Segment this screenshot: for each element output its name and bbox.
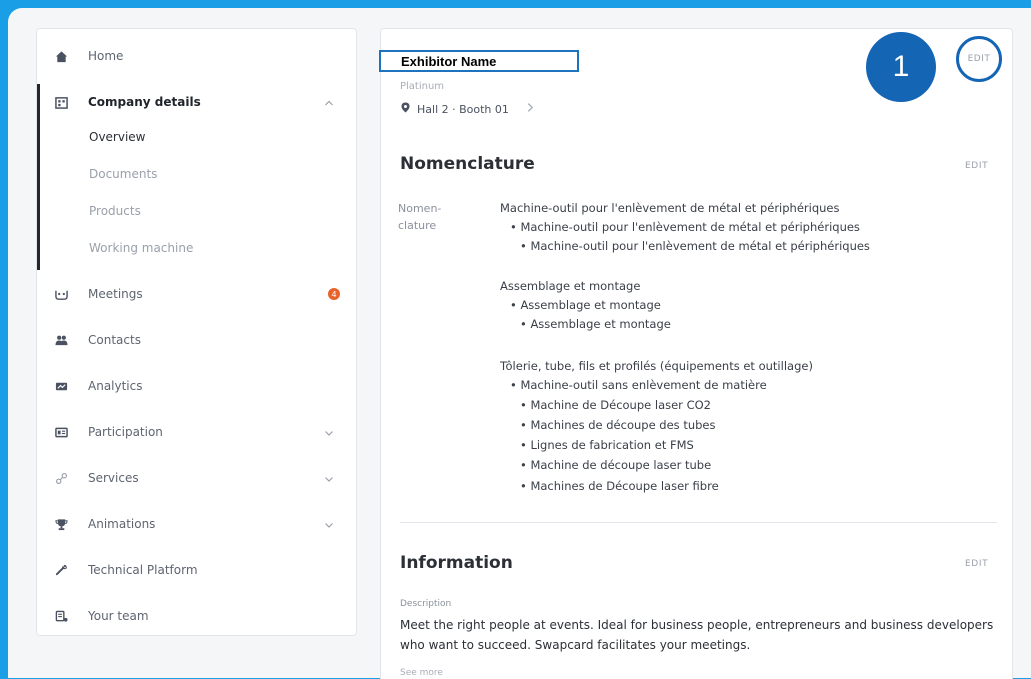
nomenclature-line: • Machine-outil sans enlèvement de matiè… xyxy=(510,378,767,392)
see-more-link[interactable]: See more xyxy=(400,668,443,678)
contacts-icon xyxy=(54,333,68,347)
sidebar-item-services[interactable]: Services xyxy=(37,463,356,493)
analytics-icon xyxy=(54,379,68,393)
nomenclature-line: Machine-outil pour l'enlèvement de métal… xyxy=(500,201,840,215)
booth-label: Hall 2 · Booth 01 xyxy=(417,102,509,116)
chevron-up-icon[interactable] xyxy=(324,97,334,107)
company-icon xyxy=(54,95,68,109)
subnav-documents[interactable]: Documents xyxy=(89,167,157,181)
sidebar-item-analytics[interactable]: Analytics xyxy=(37,371,356,401)
exhibitor-tier: Platinum xyxy=(400,81,445,92)
nomenclature-line: • Machine de découpe laser tube xyxy=(520,458,712,472)
location-pin-icon xyxy=(400,102,411,116)
nomenclature-title: Nomenclature xyxy=(400,154,535,174)
chevron-down-icon[interactable] xyxy=(324,519,334,529)
nomenclature-line: • Assemblage et montage xyxy=(510,298,661,312)
nomenclature-line: Assemblage et montage xyxy=(500,279,641,293)
participation-icon xyxy=(54,425,68,439)
sidebar-item-animations[interactable]: Animations xyxy=(37,509,356,539)
exhibitor-name-field: Exhibitor Name xyxy=(379,50,579,72)
subnav-overview[interactable]: Overview xyxy=(89,130,146,144)
nomenclature-line: • Machines de Découpe laser fibre xyxy=(520,479,719,493)
edit-header-button[interactable]: EDIT xyxy=(956,36,1002,82)
description-text: Meet the right people at events. Ideal f… xyxy=(400,618,994,652)
sidebar-item-home[interactable]: Home xyxy=(37,41,356,71)
nomenclature-line: • Lignes de fabrication et FMS xyxy=(520,438,694,452)
chevron-right-icon xyxy=(525,102,536,116)
sidebar-item-your-team[interactable]: Your team xyxy=(37,601,356,631)
wrench-icon xyxy=(54,563,68,577)
sidebar-item-label: Participation xyxy=(88,425,163,439)
sidebar-item-label: Services xyxy=(88,471,139,485)
nomenclature-line: • Assemblage et montage xyxy=(520,317,671,331)
nomenclature-line: • Machine-outil pour l'enlèvement de mét… xyxy=(510,220,860,234)
sidebar-item-meetings[interactable]: Meetings 4 xyxy=(37,279,356,309)
team-icon xyxy=(54,609,68,623)
services-icon xyxy=(54,471,68,485)
sidebar-item-label: Analytics xyxy=(88,379,143,393)
booth-link[interactable]: Hall 2 · Booth 01 xyxy=(400,102,536,116)
nomenclature-line: • Machines de découpe des tubes xyxy=(520,418,716,432)
home-icon xyxy=(54,49,68,63)
sidebar-item-label: Animations xyxy=(88,517,156,531)
sidebar-item-label: Technical Platform xyxy=(88,563,198,577)
subnav-working-machine[interactable]: Working machine xyxy=(89,241,193,255)
meetings-icon xyxy=(54,287,68,301)
nomenclature-field-label: Nomen- clature xyxy=(398,200,478,234)
sidebar-item-participation[interactable]: Participation xyxy=(37,417,356,447)
nomenclature-line: • Machine-outil pour l'enlèvement de mét… xyxy=(520,239,870,253)
nomenclature-field-label-line-2: clature xyxy=(398,219,437,232)
sidebar-item-contacts[interactable]: Contacts xyxy=(37,325,356,355)
sidebar-nav: Home Company details Overview Documents … xyxy=(36,28,357,636)
sidebar-item-label: Meetings xyxy=(88,287,143,301)
company-overview-panel xyxy=(380,28,1013,679)
sidebar-item-label: Home xyxy=(88,49,124,63)
sidebar-item-label: Contacts xyxy=(88,333,141,347)
subnav-products[interactable]: Products xyxy=(89,204,141,218)
chevron-down-icon[interactable] xyxy=(324,473,334,483)
nomenclature-line: • Machine de Découpe laser CO2 xyxy=(520,398,711,412)
sidebar-item-label: Your team xyxy=(88,609,149,623)
sidebar-item-company-details[interactable]: Company details xyxy=(37,87,356,117)
edit-information-button[interactable]: EDIT xyxy=(965,559,988,569)
edit-nomenclature-button[interactable]: EDIT xyxy=(965,161,988,171)
sidebar-item-label: Company details xyxy=(88,95,201,109)
section-divider xyxy=(400,522,997,523)
step-number-badge: 1 xyxy=(866,32,936,102)
chevron-down-icon[interactable] xyxy=(324,427,334,437)
sidebar-item-technical-platform[interactable]: Technical Platform xyxy=(37,555,356,585)
nomenclature-line: Tôlerie, tube, fils et profilés (équipem… xyxy=(500,359,813,373)
trophy-icon xyxy=(54,517,68,531)
description-label: Description xyxy=(400,599,452,609)
notification-badge: 4 xyxy=(328,288,340,300)
information-title: Information xyxy=(400,553,513,573)
nomenclature-field-label-line-1: Nomen- xyxy=(398,202,442,215)
